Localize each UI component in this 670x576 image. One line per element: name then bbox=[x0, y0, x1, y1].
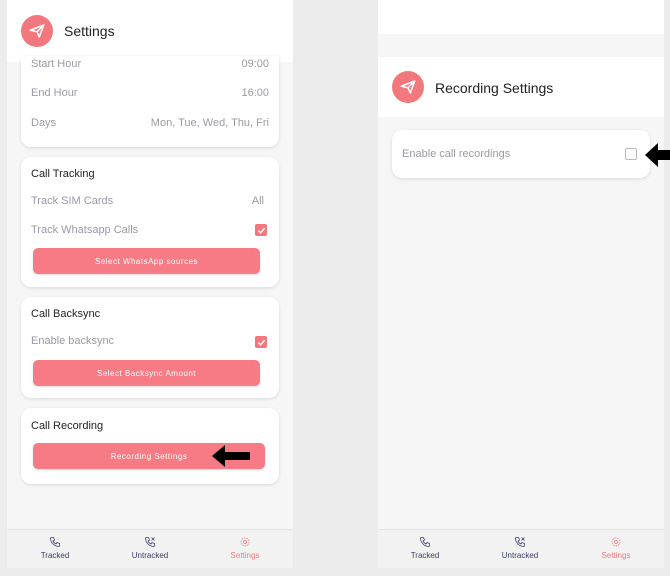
track-sim-label: Track SIM Cards bbox=[31, 195, 114, 207]
end-hour-value[interactable]: 16:00 bbox=[241, 87, 269, 99]
nav-tracked[interactable]: Tracked bbox=[395, 536, 455, 560]
nav-settings-label: Settings bbox=[601, 551, 631, 560]
gear-icon bbox=[240, 537, 250, 547]
enable-recordings-label: Enable call recordings bbox=[402, 148, 511, 160]
recording-settings-header: Recording Settings bbox=[378, 57, 664, 117]
nav-untracked-label: Untracked bbox=[501, 551, 539, 560]
days-value[interactable]: Mon, Tue, Wed, Thu, Fri bbox=[151, 117, 269, 129]
start-hour-label: Start Hour bbox=[31, 58, 82, 70]
nav-untracked[interactable]: Untracked bbox=[120, 536, 180, 560]
end-hour-label: End Hour bbox=[31, 87, 78, 99]
settings-screen: Settings Start Hour 09:00 End Hour 16:00… bbox=[7, 0, 293, 568]
settings-header: Settings bbox=[7, 0, 293, 62]
paper-plane-icon bbox=[392, 71, 424, 103]
select-whatsapp-sources-button[interactable]: Select WhatsApp sources bbox=[33, 248, 260, 274]
bottom-nav: Tracked Untracked Settings bbox=[7, 529, 293, 568]
call-backsync-card: Call Backsync Enable backsync Select Bac… bbox=[21, 297, 279, 398]
nav-settings[interactable]: Settings bbox=[215, 536, 275, 560]
call-recording-title: Call Recording bbox=[31, 420, 104, 432]
track-sim-value[interactable]: All bbox=[252, 195, 264, 207]
call-tracking-title: Call Tracking bbox=[31, 168, 95, 180]
schedule-card: Start Hour 09:00 End Hour 16:00 Days Mon… bbox=[21, 56, 279, 147]
nav-untracked[interactable]: Untracked bbox=[490, 536, 550, 560]
annotation-arrow-left-icon bbox=[212, 445, 250, 467]
days-label: Days bbox=[31, 117, 57, 129]
nav-tracked-label: Tracked bbox=[40, 551, 70, 560]
paper-plane-icon bbox=[21, 15, 53, 47]
nav-settings[interactable]: Settings bbox=[586, 536, 646, 560]
enable-recordings-checkbox[interactable] bbox=[625, 148, 637, 160]
phone-missed-icon bbox=[145, 537, 155, 547]
call-tracking-card: Call Tracking Track SIM Cards All Track … bbox=[21, 157, 279, 287]
recording-settings-screen: Recording Settings Enable call recording… bbox=[378, 0, 664, 568]
track-whatsapp-label: Track Whatsapp Calls bbox=[31, 224, 139, 236]
gear-icon bbox=[611, 537, 621, 547]
call-backsync-title: Call Backsync bbox=[31, 308, 101, 320]
page-title: Settings bbox=[64, 23, 115, 39]
track-whatsapp-checkbox[interactable] bbox=[255, 224, 267, 236]
phone-icon bbox=[50, 537, 60, 547]
nav-tracked-label: Tracked bbox=[410, 551, 440, 560]
enable-backsync-checkbox[interactable] bbox=[255, 336, 267, 348]
start-hour-value[interactable]: 09:00 bbox=[241, 58, 269, 70]
page-title: Recording Settings bbox=[435, 80, 554, 96]
nav-settings-label: Settings bbox=[230, 551, 260, 560]
phone-icon bbox=[420, 537, 430, 547]
enable-recordings-card: Enable call recordings bbox=[392, 130, 650, 178]
bottom-nav: Tracked Untracked Settings bbox=[378, 529, 664, 568]
nav-tracked[interactable]: Tracked bbox=[25, 536, 85, 560]
select-backsync-amount-button[interactable]: Select Backsync Amount bbox=[33, 360, 260, 386]
previous-header-strip bbox=[378, 0, 664, 34]
annotation-arrow-right-icon bbox=[645, 143, 670, 167]
nav-untracked-label: Untracked bbox=[131, 551, 169, 560]
enable-backsync-label: Enable backsync bbox=[31, 335, 115, 347]
phone-missed-icon bbox=[515, 537, 525, 547]
